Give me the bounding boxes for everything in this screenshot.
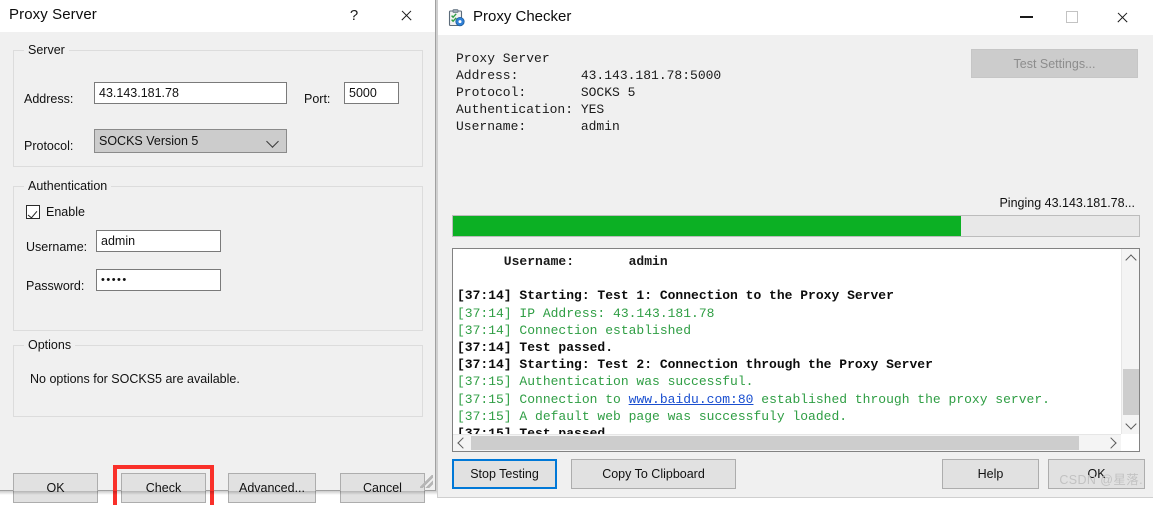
password-label: Password: — [26, 279, 85, 293]
chevron-left-glyph — [457, 437, 469, 449]
proxy-summary-row-label: Protocol: — [456, 85, 527, 100]
progress-bar-fill — [453, 216, 961, 236]
address-input[interactable]: 43.143.181.78 — [94, 82, 287, 104]
log-output[interactable]: Username: admin [37:14] Starting: Test 1… — [452, 248, 1140, 452]
proxy-server-body: Server Address: 43.143.181.78 Port: 5000… — [0, 32, 435, 505]
clipboard-check-icon — [448, 9, 465, 27]
proxy-summary-row-label: Username: — [456, 119, 527, 134]
log-line: [37:14] Starting: Test 1: Connection to … — [457, 288, 894, 304]
proxy-summary-row: Authentication: YES — [456, 101, 721, 118]
server-group-legend: Server — [24, 43, 69, 57]
log-line: [37:15] A default web page was successfu… — [457, 408, 848, 424]
server-group: Server Address: 43.143.181.78 Port: 5000… — [13, 43, 423, 167]
stop-testing-button[interactable]: Stop Testing — [452, 459, 557, 489]
options-group: Options No options for SOCKS5 are availa… — [13, 338, 423, 417]
scroll-right-icon[interactable] — [1104, 435, 1121, 451]
proxy-checker-title: Proxy Checker — [473, 8, 572, 25]
chevron-down-icon — [266, 135, 279, 148]
close-glyph — [1116, 11, 1129, 24]
log-line: [37:14] IP Address: 43.143.181.78 — [457, 305, 715, 321]
options-group-legend: Options — [24, 338, 76, 352]
proxy-summary-row: Username: admin — [456, 118, 721, 135]
log-lines: Username: admin [37:14] Starting: Test 1… — [453, 249, 1121, 451]
resize-grip[interactable] — [420, 475, 433, 488]
proxy-server-title: Proxy Server — [9, 6, 97, 23]
help-icon[interactable]: ? — [331, 0, 377, 31]
watermark: CSDN @星落. — [1059, 473, 1143, 487]
proxy-summary: Proxy Server Address: 43.143.181.78:5000 Pr… — [456, 50, 721, 135]
log-line: [37:14] Connection established — [457, 322, 692, 338]
scroll-down-icon[interactable] — [1122, 416, 1139, 434]
password-input[interactable]: ••••• — [96, 269, 221, 291]
log-line: [37:15] Connection to www.baidu.com:80 e… — [457, 391, 1050, 407]
screenshot-root: Proxy Server ? Server Address: 43.143.18… — [0, 0, 1153, 505]
username-input[interactable]: admin — [96, 230, 221, 252]
options-message: No options for SOCKS5 are available. — [30, 372, 240, 386]
help-button[interactable]: Help — [942, 459, 1039, 489]
close-glyph — [400, 9, 413, 22]
chevron-down-glyph — [1125, 417, 1137, 430]
protocol-select[interactable]: SOCKS Version 5 — [94, 129, 287, 153]
proxy-summary-row: Address: 43.143.181.78:5000 — [456, 67, 721, 84]
address-label: Address: — [24, 92, 74, 106]
log-vertical-scrollbar[interactable] — [1121, 249, 1139, 434]
maximize-glyph — [1066, 11, 1078, 23]
test-settings-button[interactable]: Test Settings... — [971, 49, 1138, 78]
protocol-select-value: SOCKS Version 5 — [99, 134, 199, 148]
advanced-button[interactable]: Advanced... — [228, 473, 316, 503]
status-text: Pinging 43.143.181.78... — [999, 196, 1135, 210]
proxy-summary-row-value: SOCKS 5 — [580, 85, 636, 100]
chevron-up-glyph — [1125, 253, 1137, 266]
chevron-right-glyph — [1105, 437, 1117, 449]
vertical-scrollbar-thumb[interactable] — [1123, 369, 1139, 415]
protocol-label: Protocol: — [24, 139, 74, 153]
checkbox-checked-icon[interactable] — [26, 205, 40, 219]
minimize-icon[interactable] — [1003, 0, 1049, 34]
dialog-shadow-bottom — [0, 491, 439, 495]
proxy-summary-heading: Proxy Server — [456, 51, 550, 66]
horizontal-scrollbar-thumb[interactable] — [471, 436, 1079, 450]
proxy-summary-row-label: Address: — [456, 68, 519, 83]
close-icon[interactable] — [1099, 0, 1145, 34]
log-link[interactable]: www.baidu.com:80 — [629, 392, 754, 407]
log-horizontal-scrollbar[interactable] — [453, 434, 1121, 451]
log-line: [37:14] Starting: Test 2: Connection thr… — [457, 357, 933, 373]
proxy-server-titlebar: Proxy Server ? — [0, 0, 435, 32]
username-label: Username: — [26, 240, 88, 254]
progress-bar — [452, 215, 1140, 237]
proxy-summary-row: Protocol: SOCKS 5 — [456, 84, 721, 101]
log-line: Username: admin — [457, 254, 668, 269]
minimize-glyph — [1019, 16, 1033, 18]
proxy-summary-row-value: 43.143.181.78:5000 — [580, 68, 722, 83]
scroll-up-icon[interactable] — [1122, 249, 1139, 267]
enable-auth-checkbox-row[interactable]: Enable — [26, 205, 85, 219]
close-icon[interactable] — [383, 0, 429, 31]
log-line: [37:14] Test passed. — [457, 340, 614, 356]
proxy-checker-body: Proxy Server Address: 43.143.181.78:5000 Pr… — [438, 35, 1153, 497]
cancel-button[interactable]: Cancel — [340, 473, 425, 503]
proxy-server-dialog: Proxy Server ? Server Address: 43.143.18… — [0, 0, 436, 505]
port-input[interactable]: 5000 — [344, 82, 399, 104]
check-button[interactable]: Check — [121, 473, 206, 503]
ok-button[interactable]: OK — [13, 473, 98, 503]
log-line: [37:15] Authentication was successful. — [457, 374, 754, 390]
authentication-group-legend: Authentication — [24, 179, 112, 193]
proxy-checker-titlebar: Proxy Checker — [438, 0, 1153, 35]
help-glyph: ? — [349, 7, 359, 24]
port-label: Port: — [304, 92, 331, 106]
proxy-summary-row-label: Authentication: — [456, 102, 574, 117]
proxy-checker-window: Proxy Checker Proxy Server Address: 43.143… — [437, 0, 1153, 498]
enable-auth-label: Enable — [46, 205, 85, 219]
maximize-icon[interactable] — [1049, 0, 1095, 34]
proxy-summary-row-value: YES — [580, 102, 605, 117]
proxy-summary-row-value: admin — [580, 119, 620, 134]
copy-to-clipboard-button[interactable]: Copy To Clipboard — [571, 459, 736, 489]
authentication-group: Authentication Enable Username: admin Pa… — [13, 179, 423, 331]
scroll-left-icon[interactable] — [453, 435, 470, 451]
